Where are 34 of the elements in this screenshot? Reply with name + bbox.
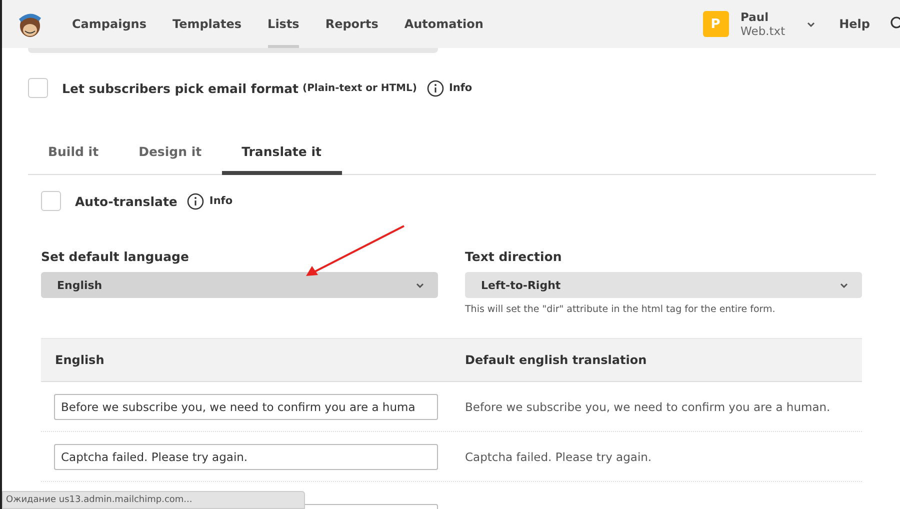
info-link[interactable]: Info <box>209 195 233 207</box>
account-name: Paul <box>740 10 770 24</box>
field-label: Text direction <box>465 249 563 264</box>
tab[interactable]: Translate it <box>222 134 342 175</box>
table-cell-text: Captcha failed. Please try again. <box>465 450 653 464</box>
account-org: Web.txt <box>740 24 786 38</box>
format-note: (Plain-text or HTML) <box>302 82 417 94</box>
direction-select[interactable]: Left-to-Right <box>465 272 862 298</box>
translation-input[interactable]: Before we subscribe you, we need to confirm you are a huma <box>54 394 438 420</box>
nav-link[interactable]: Campaigns <box>72 0 146 48</box>
checkbox-label: Let subscribers pick email format <box>62 80 299 96</box>
status-bar: Ожидание us13.admin.mailchimp.com... <box>2 491 305 509</box>
chevron-down-icon <box>840 282 848 288</box>
checkbox[interactable] <box>28 78 48 98</box>
column-header: Default english translation <box>465 353 648 367</box>
checkbox[interactable] <box>41 191 61 211</box>
info-icon[interactable] <box>426 80 444 96</box>
chevron-down-icon <box>807 22 816 26</box>
info-icon[interactable] <box>187 192 204 210</box>
tab[interactable]: Design it <box>118 134 222 175</box>
table-cell-text: Before we subscribe you, we need to confirm you are a human. <box>465 400 832 414</box>
language-select[interactable]: English <box>41 272 438 298</box>
translation-input[interactable]: Captcha failed. Please try again. <box>54 444 438 470</box>
chevron-down-icon <box>416 282 424 288</box>
tab[interactable]: Build it <box>28 134 119 175</box>
help-text: This will set the "dir" attribute in the html tag for the entire form. <box>465 304 776 315</box>
info-link[interactable]: Info <box>448 82 472 94</box>
nav-link[interactable]: Automation <box>404 0 484 48</box>
help-link[interactable]: Help <box>839 0 870 48</box>
nav-link[interactable]: Templates <box>172 0 242 48</box>
field-label: Set default language <box>41 249 190 264</box>
nav-link[interactable]: Reports <box>325 0 378 48</box>
checkbox-label: Auto-translate <box>75 194 178 208</box>
column-header: English <box>54 353 106 367</box>
